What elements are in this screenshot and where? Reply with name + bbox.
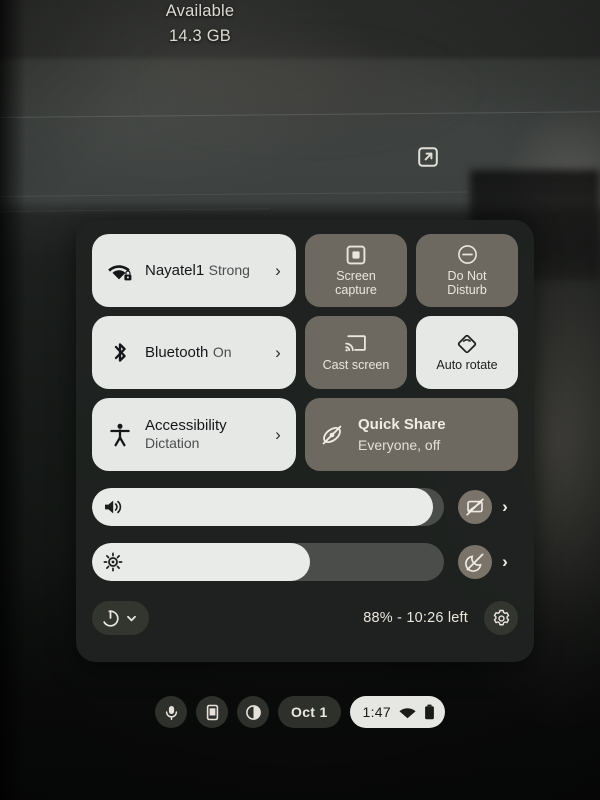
- auto-rotate-icon: [456, 333, 478, 355]
- cast-screen-tile[interactable]: Cast screen: [305, 316, 407, 389]
- night-light-off-icon: [465, 552, 485, 572]
- volume-expand-chevron-icon[interactable]: ›: [492, 497, 518, 517]
- quick-share-title: Quick Share: [358, 416, 446, 434]
- bluetooth-state: On: [212, 343, 232, 360]
- gear-icon: [492, 609, 511, 628]
- quick-settings-grid: Nayatel1 Strong › Bluetooth On › Accessi…: [92, 234, 518, 471]
- accessibility-icon: [105, 422, 135, 448]
- brightness-slider-fill: [92, 543, 311, 581]
- volume-slider-fill: [92, 488, 434, 526]
- network-pod-chevron-icon[interactable]: ›: [270, 262, 286, 279]
- auto-rotate-tile[interactable]: Auto rotate: [416, 316, 518, 389]
- phone-icon: [204, 704, 221, 721]
- accessibility-title: Accessibility: [145, 416, 227, 434]
- bluetooth-pod[interactable]: Bluetooth On ›: [92, 316, 296, 389]
- volume-slider[interactable]: [92, 488, 444, 526]
- quick-share-state: Everyone, off: [358, 436, 441, 453]
- brightness-expand-chevron-icon[interactable]: ›: [492, 552, 518, 572]
- bluetooth-icon: [105, 340, 135, 366]
- network-pod[interactable]: Nayatel1 Strong ›: [92, 234, 296, 307]
- auto-rotate-label: Auto rotate: [436, 357, 498, 372]
- screen-capture-label: Screen capture: [335, 268, 377, 297]
- screen-capture-tile[interactable]: Screen capture: [305, 234, 407, 307]
- battery-status-text: 88% - 10:26 left: [363, 610, 468, 626]
- shelf: Oct 1 1:47: [0, 696, 600, 728]
- volume-on-icon: [103, 488, 123, 526]
- wifi-locked-icon: [105, 260, 135, 282]
- night-light-toggle[interactable]: [458, 545, 492, 579]
- quick-settings-panel: Nayatel1 Strong › Bluetooth On › Accessi…: [76, 220, 534, 662]
- contrast-circle-icon: [245, 704, 262, 721]
- feature-pod-column: Nayatel1 Strong › Bluetooth On › Accessi…: [92, 234, 296, 471]
- brightness-slider[interactable]: [92, 543, 444, 581]
- screen-capture-icon: [346, 244, 366, 266]
- network-name: Nayatel1: [145, 261, 205, 279]
- tile-row-2: Cast screen Auto rotate: [305, 316, 518, 389]
- accessibility-pod-text: Accessibility Dictation: [145, 417, 270, 453]
- bluetooth-pod-text: Bluetooth On: [145, 344, 270, 362]
- shelf-date-button[interactable]: Oct 1: [278, 696, 341, 728]
- screen-edge-shadow: [0, 0, 26, 800]
- wifi-icon: [399, 706, 416, 719]
- microphone-muted-toggle[interactable]: [458, 490, 492, 524]
- power-icon: [101, 609, 120, 628]
- cast-screen-label: Cast screen: [322, 357, 390, 372]
- do-not-disturb-tile[interactable]: Do Not Disturb: [416, 234, 518, 307]
- storage-available-label: Available: [165, 2, 235, 20]
- bluetooth-pod-chevron-icon[interactable]: ›: [270, 344, 286, 361]
- volume-slider-row: ›: [92, 488, 518, 526]
- brightness-icon: [103, 543, 123, 581]
- tile-row-1: Screen capture Do Not Disturb: [305, 234, 518, 307]
- screen-glare: [150, 30, 480, 150]
- shelf-phone-hub-button[interactable]: [196, 696, 229, 728]
- cast-icon: [345, 333, 367, 355]
- network-signal: Strong: [208, 261, 250, 278]
- shelf-dictation-button[interactable]: [155, 696, 188, 728]
- brightness-slider-row: ›: [92, 543, 518, 581]
- quick-share-text: Quick Share Everyone, off: [358, 416, 446, 452]
- do-not-disturb-icon: [457, 244, 478, 266]
- power-menu-button[interactable]: [92, 601, 149, 635]
- microphone-icon: [163, 704, 180, 721]
- chevron-down-icon: [125, 612, 138, 625]
- accessibility-pod[interactable]: Accessibility Dictation ›: [92, 398, 296, 471]
- battery-icon: [424, 704, 435, 720]
- network-pod-text: Nayatel1 Strong: [145, 262, 270, 280]
- shelf-time: 1:47: [362, 704, 391, 720]
- settings-button[interactable]: [484, 601, 518, 635]
- bluetooth-title: Bluetooth: [145, 343, 209, 361]
- quick-share-tile[interactable]: Quick Share Everyone, off: [305, 398, 518, 471]
- shelf-status-area[interactable]: 1:47: [349, 696, 445, 728]
- accessibility-pod-chevron-icon[interactable]: ›: [270, 426, 286, 443]
- do-not-disturb-label: Do Not Disturb: [447, 268, 487, 297]
- photographed-screen: Available 14.3 GB Nayatel1 Strong › Blue…: [0, 0, 600, 800]
- shelf-notifications-button[interactable]: [237, 696, 270, 728]
- quick-share-off-icon: [317, 422, 347, 448]
- mic-muted-icon: [465, 497, 485, 517]
- external-link-icon[interactable]: [416, 145, 440, 169]
- feature-tile-column: Screen capture Do Not Disturb Cast scree…: [305, 234, 518, 471]
- screen-reflection-line: [0, 208, 270, 212]
- quick-settings-footer: 88% - 10:26 left: [92, 601, 518, 635]
- screen-reflection-line: [0, 191, 468, 197]
- accessibility-feature: Dictation: [145, 434, 200, 451]
